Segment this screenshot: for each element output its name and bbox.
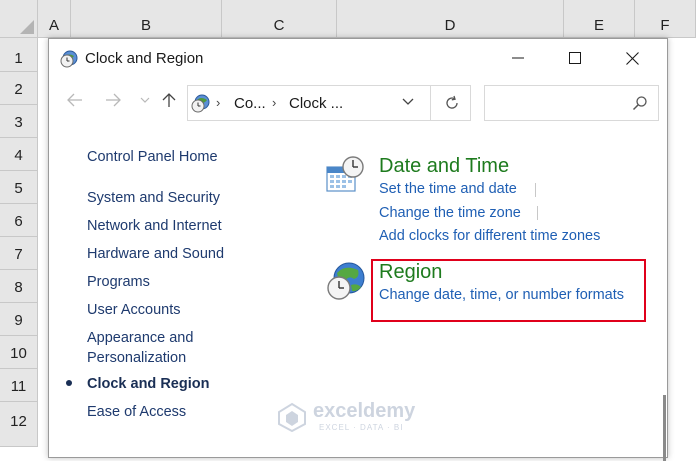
set-time-and-date-link[interactable]: Set the time and date (379, 181, 517, 197)
exceldemy-logo-icon (278, 402, 306, 432)
address-bar[interactable]: › Co... › Clock ... (187, 85, 471, 121)
control-panel-globe-icon (190, 94, 212, 114)
date-time-icon[interactable] (325, 155, 365, 195)
chevron-down-icon (140, 97, 150, 103)
column-header-d[interactable]: D (337, 0, 564, 38)
close-icon (625, 51, 639, 65)
column-header-a[interactable]: A (38, 0, 71, 38)
breadcrumb-clock-and-region[interactable]: Clock ... (289, 95, 343, 112)
column-header-b[interactable]: B (71, 0, 222, 38)
sidebar-item-user-accounts[interactable]: User Accounts (87, 300, 181, 320)
globe-clock-icon[interactable] (325, 261, 367, 303)
select-all-corner[interactable] (0, 0, 38, 38)
region-highlight-box (371, 259, 646, 322)
navigation-bar: › Co... › Clock ... (49, 79, 667, 123)
row-header-7[interactable]: 7 (0, 237, 38, 270)
add-clocks-link[interactable]: Add clocks for different time zones (379, 228, 600, 244)
window-title: Clock and Region (85, 50, 204, 67)
row-header-8[interactable]: 8 (0, 270, 38, 303)
row-header-10[interactable]: 10 (0, 336, 38, 369)
forward-arrow-icon (106, 93, 121, 107)
sidebar-item-personalization[interactable]: Personalization (87, 348, 186, 368)
row-header-12[interactable]: 12 (0, 402, 38, 447)
watermark-tagline: EXCEL · DATA · BI (319, 423, 404, 432)
watermark: exceldemy EXCEL · DATA · BI (277, 400, 437, 434)
row-header-3[interactable]: 3 (0, 105, 38, 138)
back-arrow-icon (67, 93, 82, 107)
refresh-button[interactable] (430, 86, 472, 120)
clock-globe-icon (60, 50, 78, 68)
sidebar-item-hardware-and-sound[interactable]: Hardware and Sound (87, 244, 224, 264)
sidebar-item-system-and-security[interactable]: System and Security (87, 188, 220, 208)
up-button[interactable] (157, 87, 181, 113)
maximize-button[interactable] (546, 39, 604, 77)
row-header-5[interactable]: 5 (0, 171, 38, 204)
current-item-bullet (66, 380, 72, 386)
search-input[interactable] (489, 92, 629, 114)
chevron-down-icon (402, 98, 414, 105)
column-header-c[interactable]: C (222, 0, 337, 38)
row-header-1[interactable]: 1 (0, 38, 38, 72)
sidebar-item-ease-of-access[interactable]: Ease of Access (87, 402, 186, 422)
link-separator (535, 183, 536, 197)
breadcrumb-control-panel[interactable]: Co... (234, 95, 266, 112)
row-header-2[interactable]: 2 (0, 72, 38, 105)
sidebar-item-clock-and-region: Clock and Region (87, 376, 210, 392)
minimize-icon (512, 57, 524, 59)
column-headers: A B C D E F (38, 0, 696, 38)
address-dropdown-button[interactable] (402, 95, 414, 109)
back-button[interactable] (63, 87, 87, 113)
forward-button[interactable] (101, 87, 125, 113)
breadcrumb-separator: › (272, 95, 277, 110)
maximize-icon (569, 52, 581, 64)
change-time-zone-link[interactable]: Change the time zone (379, 205, 521, 221)
row-header-4[interactable]: 4 (0, 138, 38, 171)
row-headers: 1 2 3 4 5 6 7 8 9 10 11 12 (0, 38, 38, 447)
title-bar[interactable]: Clock and Region (49, 39, 667, 79)
row-header-11[interactable]: 11 (0, 369, 38, 402)
minimize-button[interactable] (489, 39, 547, 77)
sidebar-item-network-and-internet[interactable]: Network and Internet (87, 216, 222, 236)
left-navigation-pane: Control Panel Home System and Security N… (49, 123, 309, 443)
search-box[interactable] (484, 85, 659, 121)
recent-locations-button[interactable] (133, 87, 157, 113)
row-header-6[interactable]: 6 (0, 204, 38, 237)
control-panel-home-link[interactable]: Control Panel Home (87, 147, 218, 167)
clock-and-region-window: Clock and Region › Co... › Clock ... Con… (48, 38, 668, 461)
column-header-f[interactable]: F (635, 0, 696, 38)
watermark-name: exceldemy (313, 400, 416, 422)
sidebar-item-appearance[interactable]: Appearance and (87, 328, 193, 348)
up-arrow-icon (162, 93, 176, 107)
breadcrumb-separator: › (216, 95, 221, 110)
row-header-9[interactable]: 9 (0, 303, 38, 336)
column-header-e[interactable]: E (564, 0, 635, 38)
refresh-icon (445, 95, 458, 109)
close-button[interactable] (603, 39, 661, 77)
sidebar-item-programs[interactable]: Programs (87, 272, 150, 292)
scrollbar-thumb[interactable] (663, 395, 666, 461)
search-icon[interactable] (632, 95, 648, 111)
link-separator (537, 206, 538, 220)
date-and-time-heading[interactable]: Date and Time (379, 155, 509, 178)
